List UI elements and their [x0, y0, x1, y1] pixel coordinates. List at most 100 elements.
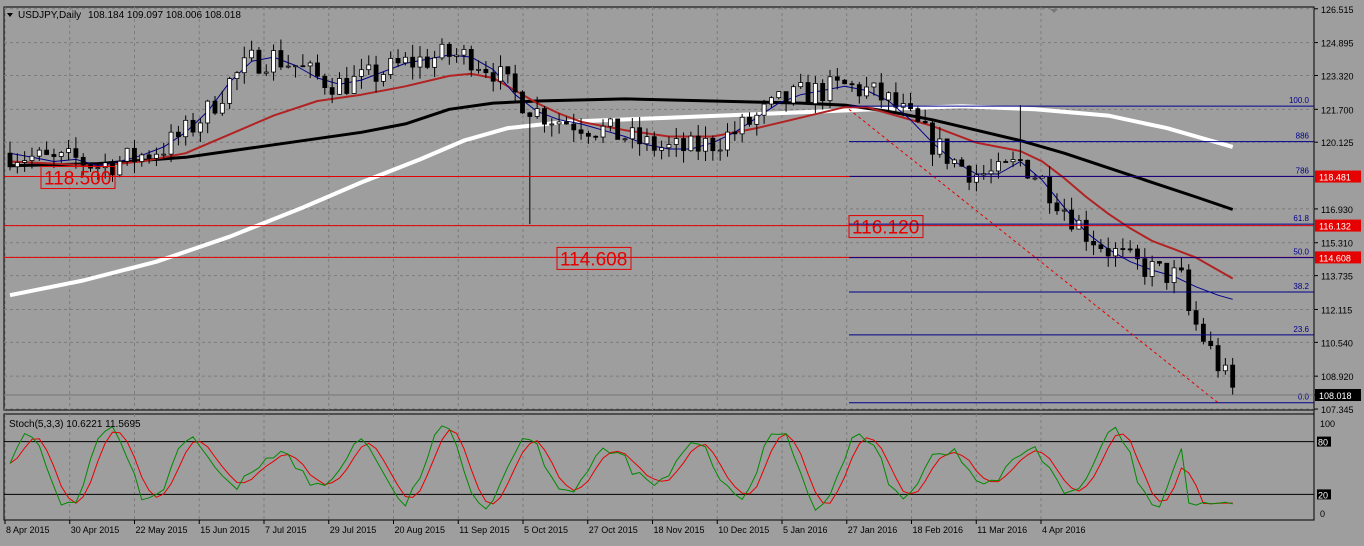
candle-body — [688, 135, 694, 152]
candle-body — [1091, 240, 1096, 246]
candle-body — [146, 154, 152, 159]
candle-body — [1127, 248, 1133, 251]
candle-body — [337, 78, 342, 95]
candle-body — [351, 75, 357, 94]
candle-body — [498, 66, 503, 82]
candle-body — [7, 152, 13, 168]
y-tick-label: 124.895 — [1321, 39, 1354, 49]
candle-body — [66, 148, 71, 153]
y-tick-label: 120.125 — [1321, 138, 1354, 148]
candle-body — [607, 118, 613, 127]
candle-body — [578, 129, 584, 134]
candle-body — [249, 49, 255, 59]
candle-body — [1010, 159, 1016, 163]
candle-body — [1069, 209, 1075, 230]
candle-body — [424, 56, 430, 68]
candle-body — [219, 102, 225, 114]
candle-body — [864, 86, 870, 97]
y-tick-label: 107.345 — [1321, 405, 1354, 415]
candle-body — [1120, 248, 1126, 250]
candle-body — [629, 127, 635, 140]
candle-body — [820, 83, 826, 102]
candle-body — [388, 58, 394, 75]
candle-body — [175, 131, 181, 138]
chart-symbol: USDJPY,Daily — [18, 10, 81, 21]
candle-body — [739, 116, 745, 135]
y-tick-label: 110.540 — [1321, 338, 1353, 348]
candle-body — [1061, 209, 1067, 212]
x-tick-label: 5 Jan 2016 — [783, 525, 828, 535]
x-tick-label: 7 Jul 2015 — [265, 525, 307, 535]
candle-body — [117, 160, 123, 176]
usdjpy-chart: 118.500 118.481 116.120 116.132 114.608 114.6… — [0, 0, 1364, 541]
candle-body — [856, 84, 862, 97]
candle-body — [307, 62, 313, 67]
candle-body — [520, 91, 525, 114]
candle-body — [132, 147, 137, 162]
candle-body — [505, 66, 511, 75]
candle-body — [373, 64, 379, 82]
candle-body — [300, 65, 306, 68]
candle-body — [395, 58, 401, 64]
candle-body — [878, 82, 884, 101]
candle-body — [293, 65, 298, 68]
y-tick-label: 123.320 — [1321, 71, 1354, 81]
candle-body — [534, 108, 540, 117]
candle-body — [1222, 364, 1228, 372]
candle-body — [80, 156, 86, 166]
stoch-level-text: 20 — [1318, 490, 1328, 500]
x-tick-label: 15 Jun 2015 — [200, 525, 250, 535]
candle-body — [1025, 159, 1031, 179]
candle-body — [1098, 244, 1104, 249]
candle-body — [380, 74, 386, 82]
candle-body — [344, 78, 350, 94]
x-tick-label: 29 Jul 2015 — [330, 525, 377, 535]
candle-body — [1200, 323, 1206, 342]
candle-body — [1186, 269, 1192, 311]
candle-body — [1142, 258, 1148, 277]
candle-body — [659, 147, 665, 151]
candle-body — [549, 123, 555, 126]
candle-body — [1032, 177, 1038, 180]
level-price-tag-text: 118.481 — [1319, 173, 1351, 183]
candle-body — [988, 170, 994, 175]
candle-body — [1017, 159, 1023, 161]
candle-body — [944, 138, 950, 164]
candle-body — [717, 149, 723, 152]
candle-body — [417, 56, 423, 68]
candle-body — [439, 43, 445, 59]
level-label: 114.608 — [560, 249, 627, 270]
candle-body — [893, 92, 899, 108]
candle-body — [842, 79, 848, 85]
candle-body — [315, 62, 320, 77]
candle-body — [644, 136, 650, 145]
candle-body — [790, 86, 796, 104]
level-label: 118.500 — [44, 169, 111, 190]
candle-body — [1003, 161, 1009, 163]
candle-body — [703, 137, 708, 152]
candle-body — [798, 82, 804, 88]
candle-body — [285, 65, 291, 68]
x-tick-label: 30 Apr 2015 — [71, 525, 120, 535]
candle-body — [761, 103, 767, 116]
candle-body — [227, 78, 233, 104]
candle-body — [205, 100, 211, 124]
candle-body — [461, 49, 467, 56]
candle-body — [1113, 248, 1118, 257]
y-tick-label: 115.310 — [1321, 239, 1353, 249]
candle-body — [681, 138, 686, 152]
candle-body — [783, 91, 789, 104]
y-tick-label: 113.735 — [1321, 272, 1353, 282]
candle-body — [593, 135, 599, 138]
x-tick-label: 18 Feb 2016 — [913, 525, 964, 535]
y-tick-label: 112.115 — [1321, 305, 1352, 315]
level-price-tag-text: 114.608 — [1319, 253, 1351, 263]
candle-body — [871, 82, 877, 88]
candle-body — [710, 137, 716, 152]
candle-body — [1193, 310, 1199, 325]
candle-body — [278, 50, 284, 68]
candle-body — [695, 135, 701, 152]
candle-body — [1047, 176, 1053, 204]
candle-body — [1179, 267, 1184, 271]
level-label: 116.120 — [852, 218, 919, 239]
